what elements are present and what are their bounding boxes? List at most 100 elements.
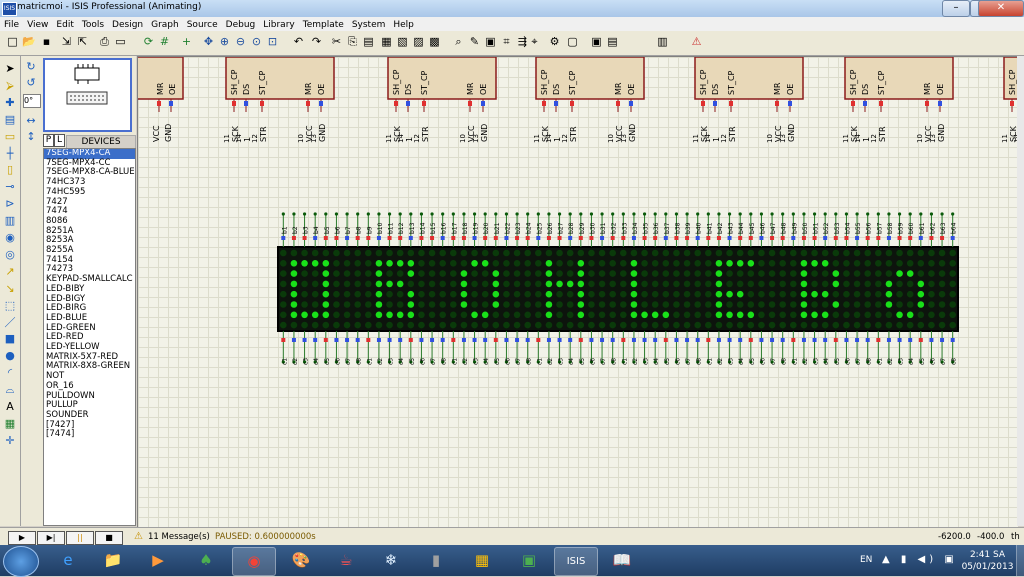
pick-devices-icon[interactable]: ⌕ — [452, 35, 465, 48]
menu-help[interactable]: Help — [389, 18, 418, 32]
pan-icon[interactable]: ✥ — [202, 35, 215, 48]
selection-icon[interactable]: ➤ — [2, 62, 18, 76]
menu-design[interactable]: Design — [108, 18, 147, 32]
overview-preview[interactable] — [43, 58, 132, 132]
open-folder-icon[interactable]: 📂 — [22, 35, 36, 48]
play-button[interactable]: ▶ — [8, 531, 36, 545]
close-button[interactable]: ✕ — [978, 0, 1024, 17]
minimize-button[interactable]: – — [942, 0, 970, 17]
bill-of-materials-icon[interactable]: ▥ — [656, 35, 669, 48]
rotate-cw-icon[interactable]: ↻ — [23, 60, 39, 74]
block-delete-icon[interactable]: ▩ — [428, 35, 441, 48]
import-icon[interactable]: ⇲ — [60, 35, 73, 48]
board-icon[interactable]: ▣ — [508, 547, 550, 574]
junction-dot-icon[interactable]: ✚ — [2, 96, 18, 110]
terminals-icon[interactable]: ⊸ — [2, 180, 18, 194]
graph-icon[interactable]: ▥ — [2, 214, 18, 228]
rotate-ccw-icon[interactable]: ↺ — [23, 76, 39, 90]
tape-recorder-icon[interactable]: ◉ — [2, 231, 18, 245]
library-tab[interactable]: L — [54, 134, 65, 147]
text-script-icon[interactable]: ▭ — [2, 130, 18, 144]
zoom-all-icon[interactable]: ⊙ — [250, 35, 263, 48]
arc-2d-icon[interactable]: ◜ — [2, 366, 18, 380]
grid-icon[interactable]: # — [158, 35, 171, 48]
pause-button[interactable]: || — [66, 531, 94, 545]
isis-game-icon[interactable]: ♠ — [185, 547, 227, 574]
circle-2d-icon[interactable]: ● — [2, 349, 18, 363]
new-file-icon[interactable]: □ — [6, 35, 19, 48]
show-desktop-button[interactable] — [1016, 545, 1024, 576]
menu-edit[interactable]: Edit — [52, 18, 77, 32]
schematic-canvas[interactable]: MR OE VCC GND SH_CP 11 SCK DS 14 1 ST_CP 12 STR MR 10 V… — [137, 56, 1018, 527]
cut-icon[interactable]: ✂ — [330, 35, 343, 48]
undo-icon[interactable]: ↶ — [292, 35, 305, 48]
language-indicator[interactable]: EN — [860, 555, 872, 565]
refresh-icon[interactable]: ⟳ — [142, 35, 155, 48]
start-button[interactable] — [3, 546, 39, 577]
ie-icon[interactable]: e — [47, 547, 89, 574]
text-2d-icon[interactable]: A — [2, 400, 18, 414]
chip-icon[interactable]: ▦ — [461, 547, 503, 574]
menu-system[interactable]: System — [348, 18, 390, 32]
subcircuit-icon[interactable]: ▯ — [2, 163, 18, 177]
block-move-icon[interactable]: ▧ — [396, 35, 409, 48]
menu-file[interactable]: File — [0, 18, 23, 32]
print-icon[interactable]: ⎙ — [98, 35, 111, 48]
redo-icon[interactable]: ↷ — [310, 35, 323, 48]
step-button[interactable]: ▶| — [37, 531, 65, 545]
pick-devices-tab[interactable]: P — [43, 134, 54, 147]
zoom-out-icon[interactable]: ⊖ — [234, 35, 247, 48]
rotation-field[interactable]: 0° — [23, 94, 41, 108]
messages-count[interactable]: 11 Message(s) — [148, 532, 210, 542]
zoom-area-icon[interactable]: ⊡ — [266, 35, 279, 48]
print-area-icon[interactable]: ▭ — [114, 35, 127, 48]
origin-icon[interactable]: + — [180, 35, 193, 48]
zoom-in-icon[interactable]: ⊕ — [218, 35, 231, 48]
teapot-icon[interactable]: ☕ — [325, 547, 367, 574]
search-tag-icon[interactable]: ⌖ — [528, 35, 541, 48]
voltage-probe-icon[interactable]: ↗ — [2, 265, 18, 279]
menu-debug[interactable]: Debug — [222, 18, 260, 32]
mirror-y-icon[interactable]: ↕ — [23, 130, 39, 144]
paint-icon[interactable]: 🎨 — [280, 547, 322, 574]
line-2d-icon[interactable]: ／ — [2, 316, 18, 330]
new-sheet-icon[interactable]: ▢ — [566, 35, 579, 48]
menu-source[interactable]: Source — [183, 18, 222, 32]
marker-icon[interactable]: ✛ — [2, 434, 18, 448]
current-probe-icon[interactable]: ↘ — [2, 282, 18, 296]
vertical-scrollbar[interactable] — [1017, 56, 1024, 526]
device-pins-icon[interactable]: ⊳ — [2, 197, 18, 211]
make-device-icon[interactable]: ✎ — [468, 35, 481, 48]
isis-icon[interactable]: ISIS — [554, 547, 598, 576]
photo-icon[interactable]: ▮ — [415, 547, 457, 574]
block-copy-icon[interactable]: ▦ — [380, 35, 393, 48]
snowflake-icon[interactable]: ❄ — [370, 547, 412, 574]
menu-library[interactable]: Library — [259, 18, 298, 32]
path-2d-icon[interactable]: ⌓ — [2, 383, 18, 397]
save-icon[interactable]: ▪ — [40, 35, 53, 48]
menu-template[interactable]: Template — [299, 18, 348, 32]
virtual-instruments-icon[interactable]: ⬚ — [2, 299, 18, 313]
decompose-icon[interactable]: ⌗ — [500, 35, 513, 48]
menu-tools[interactable]: Tools — [78, 18, 108, 32]
mirror-x-icon[interactable]: ↔ — [23, 114, 39, 128]
electrical-check-icon[interactable]: ⚠ — [690, 35, 703, 48]
copy-icon[interactable]: ⎘ — [346, 35, 359, 48]
property-assign-icon[interactable]: ⚙ — [548, 35, 561, 48]
chrome-icon[interactable]: ◉ — [232, 547, 276, 576]
device-list-item[interactable]: [7474] — [44, 430, 135, 440]
block-rotate-icon[interactable]: ▨ — [412, 35, 425, 48]
book-icon[interactable]: 📖 — [601, 547, 643, 574]
symbol-icon[interactable]: ▦ — [2, 417, 18, 431]
netlist-icon[interactable]: ▤ — [606, 35, 619, 48]
wire-label-icon[interactable]: ▤ — [2, 113, 18, 127]
clock-date[interactable]: 05/01/2013 — [960, 562, 1015, 572]
menu-view[interactable]: View — [23, 18, 52, 32]
box-2d-icon[interactable]: ■ — [2, 332, 18, 346]
package-icon[interactable]: ▣ — [484, 35, 497, 48]
stop-button[interactable]: ■ — [95, 531, 123, 545]
remove-sheet-icon[interactable]: ▣ — [590, 35, 603, 48]
paste-icon[interactable]: ▤ — [362, 35, 375, 48]
explorer-icon[interactable]: 📁 — [92, 547, 134, 574]
clock-time[interactable]: 2:41 SA — [960, 550, 1015, 560]
